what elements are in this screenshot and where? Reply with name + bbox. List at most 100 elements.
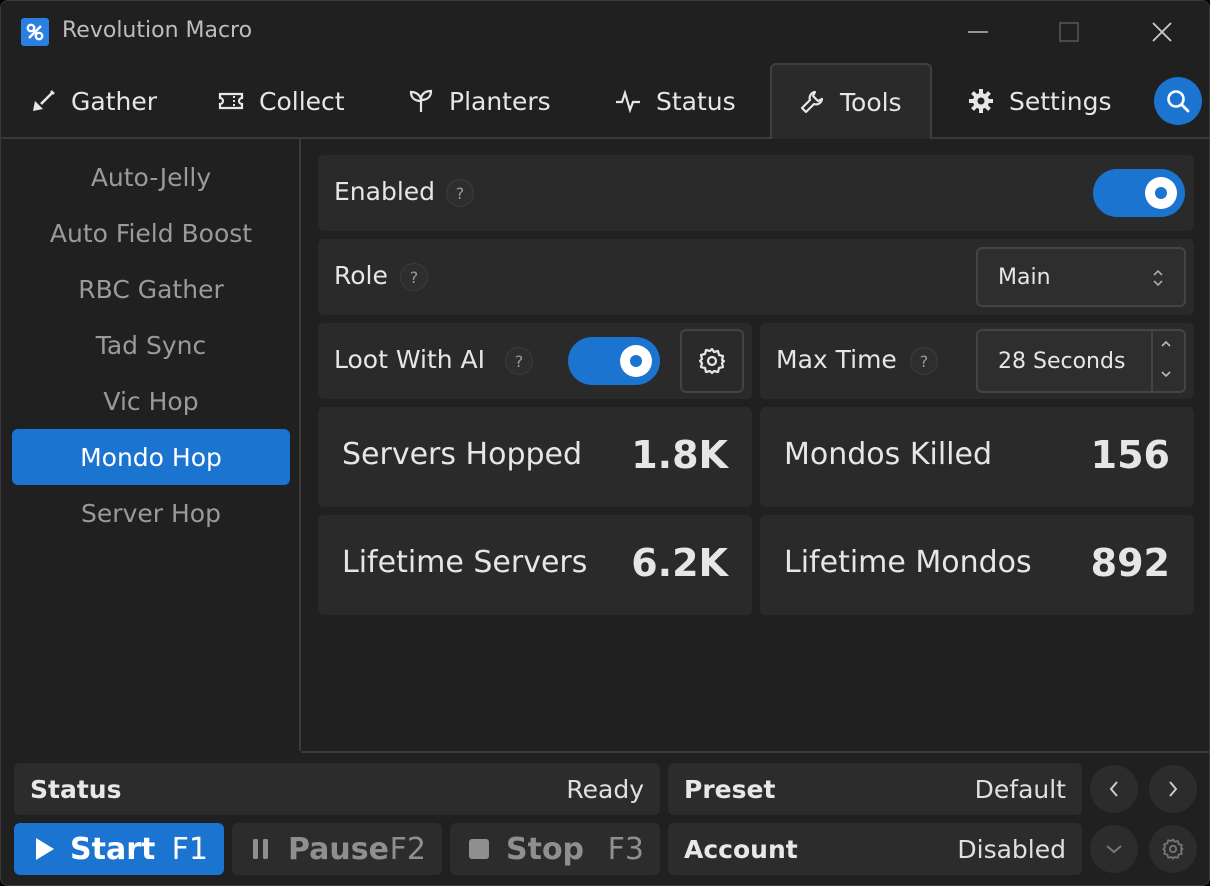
account-settings-button[interactable] — [1149, 825, 1197, 873]
sidebar-item-mondo-hop[interactable]: Mondo Hop — [12, 429, 290, 485]
account-dropdown-button[interactable] — [1090, 825, 1138, 873]
max-time-row: Max Time ? 28 Seconds — [760, 323, 1194, 399]
sidebar: Auto-Jelly Auto Field Boost RBC Gather T… — [1, 139, 301, 751]
preset-next-button[interactable] — [1149, 765, 1197, 813]
preset-value: Default — [974, 774, 1066, 804]
tab-settings[interactable]: Settings — [967, 63, 1112, 139]
close-button[interactable] — [1139, 13, 1185, 51]
stat-label: Lifetime Servers — [342, 545, 588, 580]
sprout-icon — [409, 89, 433, 112]
pause-hotkey: F2 — [389, 831, 426, 867]
enabled-toggle[interactable] — [1093, 169, 1185, 217]
sidebar-item-rbc-gather[interactable]: RBC Gather — [12, 261, 290, 317]
search-button[interactable] — [1154, 77, 1202, 125]
account-label: Account — [684, 834, 798, 864]
role-label: Role — [334, 261, 388, 290]
stat-value: 6.2K — [631, 541, 728, 585]
stop-label: Stop — [506, 831, 585, 867]
window-title: Revolution Macro — [62, 18, 253, 43]
role-select-value: Main — [998, 265, 1051, 290]
stat-label: Servers Hopped — [342, 437, 583, 472]
tab-label: Gather — [71, 86, 157, 116]
loot-toggle[interactable] — [568, 337, 660, 385]
tab-label: Settings — [1009, 86, 1112, 116]
tab-planters[interactable]: Planters — [407, 63, 551, 139]
account-bar: Account Disabled — [668, 823, 1082, 875]
sidebar-item-tad-sync[interactable]: Tad Sync — [12, 317, 290, 373]
sidebar-item-auto-jelly[interactable]: Auto-Jelly — [12, 149, 290, 205]
start-label: Start — [70, 831, 156, 867]
tab-tools[interactable]: Tools — [770, 63, 932, 139]
wrench-icon — [800, 90, 824, 114]
max-time-label: Max Time — [776, 345, 897, 374]
gear-icon — [969, 89, 993, 113]
gear-icon — [1162, 838, 1184, 860]
tab-bar: Gather Collect Planters Status Tools Set… — [1, 63, 1209, 139]
preset-prev-button[interactable] — [1090, 765, 1138, 813]
max-time-value: 28 Seconds — [998, 349, 1126, 374]
tab-collect[interactable]: Collect — [217, 63, 345, 139]
enabled-label: Enabled — [334, 177, 436, 206]
help-icon[interactable]: ? — [400, 263, 428, 291]
loot-label: Loot With AI — [334, 345, 486, 374]
start-button[interactable]: Start F1 — [14, 823, 224, 875]
minimize-button[interactable] — [955, 13, 1001, 51]
ticket-icon — [218, 92, 244, 110]
preset-bar: Preset Default — [668, 763, 1082, 815]
maximize-button[interactable] — [1046, 13, 1092, 51]
stat-value: 892 — [1090, 541, 1170, 585]
help-icon[interactable]: ? — [505, 347, 533, 375]
help-icon[interactable]: ? — [446, 179, 474, 207]
max-time-spinbox[interactable]: 28 Seconds — [976, 329, 1186, 393]
stop-hotkey: F3 — [607, 831, 644, 867]
start-hotkey: F1 — [171, 831, 208, 867]
pause-icon — [253, 839, 268, 859]
status-bar: Status Ready — [14, 763, 660, 815]
preset-label: Preset — [684, 774, 776, 804]
help-icon[interactable]: ? — [910, 347, 938, 375]
lifetime-servers-card: Lifetime Servers 6.2K — [318, 515, 752, 615]
app-logo-icon — [21, 18, 49, 46]
loot-settings-button[interactable] — [680, 329, 744, 393]
app-window: Revolution Macro Gather Collect Planters… — [0, 0, 1210, 886]
account-value: Disabled — [957, 834, 1066, 864]
gear-icon — [698, 347, 726, 375]
stat-label: Lifetime Mondos — [784, 545, 1032, 580]
stat-value: 1.8K — [631, 433, 728, 477]
mondos-killed-card: Mondos Killed 156 — [760, 407, 1194, 507]
lifetime-mondos-card: Lifetime Mondos 892 — [760, 515, 1194, 615]
chevron-updown-icon — [1153, 269, 1163, 287]
chevron-down-icon[interactable] — [1160, 369, 1172, 379]
stat-value: 156 — [1090, 433, 1170, 477]
chevron-down-icon — [1106, 845, 1122, 854]
pause-button[interactable]: Pause F2 — [232, 823, 442, 875]
enabled-row: Enabled ? — [318, 155, 1194, 231]
pause-label: Pause — [288, 831, 389, 867]
tab-gather[interactable]: Gather — [29, 63, 157, 139]
chevron-left-icon — [1109, 781, 1118, 797]
shovel-icon — [33, 90, 55, 111]
play-icon — [36, 838, 54, 860]
tab-label: Tools — [840, 87, 902, 117]
chevron-up-icon[interactable] — [1160, 339, 1172, 349]
status-value: Ready — [566, 774, 644, 804]
tab-label: Planters — [449, 86, 551, 116]
status-label: Status — [30, 774, 122, 804]
stat-label: Mondos Killed — [784, 437, 992, 472]
sidebar-item-auto-field-boost[interactable]: Auto Field Boost — [12, 205, 290, 261]
tab-label: Status — [656, 86, 736, 116]
stop-button[interactable]: Stop F3 — [450, 823, 660, 875]
sidebar-item-vic-hop[interactable]: Vic Hop — [12, 373, 290, 429]
divider — [301, 751, 1209, 753]
tab-label: Collect — [259, 86, 345, 116]
role-select[interactable]: Main — [976, 247, 1186, 307]
loot-row: Loot With AI ? — [318, 323, 752, 399]
sidebar-item-server-hop[interactable]: Server Hop — [12, 485, 290, 541]
search-icon — [1167, 90, 1190, 113]
title-bar: Revolution Macro — [1, 1, 1209, 63]
tab-status[interactable]: Status — [614, 63, 736, 139]
role-row: Role ? Main — [318, 239, 1194, 315]
servers-hopped-card: Servers Hopped 1.8K — [318, 407, 752, 507]
chevron-right-icon — [1169, 781, 1178, 797]
stop-icon — [469, 839, 489, 859]
